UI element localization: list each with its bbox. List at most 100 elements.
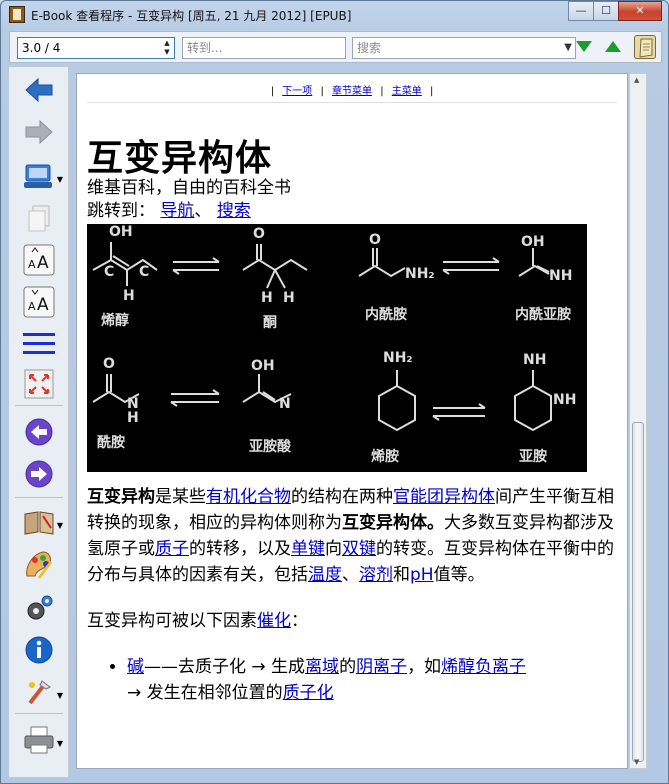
anion-link[interactable]: 阴离子 xyxy=(356,657,407,677)
text: ——去质子化 → 生成 xyxy=(144,657,306,677)
text: 的结构在两种 xyxy=(291,487,393,507)
divider xyxy=(87,102,617,103)
window-controls: — ☐ ✕ xyxy=(568,1,662,21)
previous-icon[interactable] xyxy=(19,415,59,449)
scroll-up-icon[interactable]: ▲ xyxy=(634,76,639,84)
tautomer-diagram xyxy=(92,242,552,432)
nav-separator: | xyxy=(270,86,275,97)
atom-label: NH₂ xyxy=(405,266,435,282)
scroll-thumb[interactable] xyxy=(632,422,644,762)
scroll-down-icon[interactable]: ▼ xyxy=(634,758,639,766)
atom-label: NH₂ xyxy=(383,350,413,366)
dropdown-icon[interactable]: ▼ xyxy=(57,691,63,700)
maximize-button[interactable]: ☐ xyxy=(593,1,619,21)
proton-link[interactable]: 质子 xyxy=(155,539,189,559)
library-icon[interactable]: ▼ xyxy=(19,505,63,539)
main-menu-link[interactable]: 主菜单 xyxy=(392,86,422,97)
dropdown-icon[interactable]: ▼ xyxy=(57,739,63,748)
list-item: 碱——去质子化 → 生成离域的阴离子，如烯醇负离子 → 发生在相邻位置的质子化 xyxy=(127,654,617,706)
protonation-link[interactable]: 质子化 xyxy=(283,683,334,703)
text: 的 xyxy=(339,657,357,677)
atom-label: H xyxy=(127,410,139,426)
enolate-link[interactable]: 烯醇负离子 xyxy=(441,657,526,677)
figure-label-lactam: 内酰胺 xyxy=(365,307,407,323)
catalysis-paragraph: 互变异构可被以下因素催化： xyxy=(87,608,617,634)
atom-label: C xyxy=(104,264,115,280)
intro-paragraph: 互变异构是某些有机化合物的结构在两种官能团异构体间产生平衡互相转换的现象，相应的… xyxy=(87,484,617,588)
text: 是某些 xyxy=(155,487,206,507)
vertical-scrollbar[interactable]: ▲ ▼ xyxy=(629,73,647,769)
chevron-down-icon[interactable]: ▼ xyxy=(564,38,572,58)
delocalized-link[interactable]: 离域 xyxy=(305,657,339,677)
atom-label: NH xyxy=(549,268,573,284)
section-menu-link[interactable]: 章节菜单 xyxy=(332,86,372,97)
dropdown-icon[interactable]: ▼ xyxy=(57,175,63,184)
separator xyxy=(15,497,63,498)
subtitle: 维基百科，自由的百科全书 xyxy=(87,178,291,198)
next-item-link[interactable]: 下一项 xyxy=(282,86,312,97)
tools-icon[interactable]: ▼ xyxy=(19,675,63,709)
single-bond-link[interactable]: 单键 xyxy=(291,539,325,559)
page-spinbox[interactable]: 3.0 / 4 ▲ ▼ xyxy=(17,37,175,59)
atom-label: NH xyxy=(523,352,547,368)
find-next-icon[interactable] xyxy=(576,41,592,52)
document-content: | 下一项 | 章节菜单 | 主菜单 | 互变异构体 维基百科，自由的百科全书 … xyxy=(87,82,617,706)
separator xyxy=(15,405,63,406)
document-view[interactable]: | 下一项 | 章节菜单 | 主菜单 | 互变异构体 维基百科，自由的百科全书 … xyxy=(76,73,628,769)
organic-compound-link[interactable]: 有机化合物 xyxy=(206,487,291,507)
chapter-nav: | 下一项 | 章节菜单 | 主菜单 | xyxy=(87,82,617,98)
info-icon[interactable] xyxy=(19,633,59,667)
catalysis-link[interactable]: 催化 xyxy=(257,611,291,631)
toc-icon[interactable] xyxy=(19,327,59,361)
jump-nav-link[interactable]: 导航 xyxy=(160,201,194,221)
fullscreen-icon[interactable] xyxy=(19,367,59,401)
minimize-button[interactable]: — xyxy=(568,1,594,21)
text: 值等。 xyxy=(433,565,485,585)
search-combo[interactable]: 搜索 ▼ xyxy=(352,37,576,59)
functional-isomer-link[interactable]: 官能团异构体 xyxy=(393,487,495,507)
atom-label: O xyxy=(103,356,115,372)
text: 和 xyxy=(393,565,410,585)
goto-input[interactable]: 转到... xyxy=(182,37,346,59)
font-increase-icon[interactable]: AA xyxy=(19,243,59,277)
nav-separator: | xyxy=(320,86,324,97)
forward-arrow-icon[interactable] xyxy=(19,115,59,149)
reference-mode-icon[interactable] xyxy=(634,35,656,59)
atom-label: H xyxy=(123,288,135,304)
atom-label: OH xyxy=(521,234,545,250)
figure-label-imidic-acid: 亚胺酸 xyxy=(249,439,291,455)
window-title: E-Book 查看程序 - 互变异构 [周五, 21 九月 2012] [EPU… xyxy=(31,9,352,23)
nav-separator: | xyxy=(429,86,434,97)
text: 的转移，以及 xyxy=(189,539,291,559)
figure-label-enamine: 烯胺 xyxy=(371,449,399,465)
base-link[interactable]: 碱 xyxy=(127,657,144,677)
spin-arrows-icon[interactable]: ▲ ▼ xyxy=(162,39,172,57)
temperature-link[interactable]: 温度 xyxy=(308,565,342,585)
bold-term: 互变异构体。 xyxy=(342,513,444,533)
jump-line: 跳转到： 导航、 搜索 xyxy=(87,200,617,223)
bold-term: 互变异构 xyxy=(87,487,155,507)
preferences-icon[interactable] xyxy=(19,547,59,581)
find-previous-icon[interactable] xyxy=(605,41,621,52)
jump-search-link[interactable]: 搜索 xyxy=(217,201,251,221)
page-title: 互变异构体 xyxy=(87,138,273,179)
left-toolbar: ▼ AA AA ▼ ▼ ▼ xyxy=(9,67,69,777)
book-icon xyxy=(9,6,25,23)
back-arrow-icon[interactable] xyxy=(19,73,59,107)
print-icon[interactable]: ▼ xyxy=(19,723,63,757)
figure-label-enol: 烯醇 xyxy=(101,313,129,329)
display-menu-icon[interactable]: ▼ xyxy=(19,159,63,193)
settings-icon[interactable] xyxy=(19,591,59,625)
solvent-link[interactable]: 溶剂 xyxy=(359,565,393,585)
copy-icon[interactable] xyxy=(19,201,59,235)
double-bond-link[interactable]: 双键 xyxy=(342,539,376,559)
ph-link[interactable]: pH xyxy=(410,565,434,585)
close-button[interactable]: ✕ xyxy=(618,1,662,21)
text: ： xyxy=(291,611,308,631)
next-icon[interactable] xyxy=(19,457,59,491)
atom-label: H xyxy=(261,290,273,306)
dropdown-icon[interactable]: ▼ xyxy=(57,521,63,530)
text: → 发生在相邻位置的 xyxy=(127,683,283,703)
font-decrease-icon[interactable]: AA xyxy=(19,285,59,319)
title-bar[interactable]: E-Book 查看程序 - 互变异构 [周五, 21 九月 2012] [EPU… xyxy=(1,1,668,29)
